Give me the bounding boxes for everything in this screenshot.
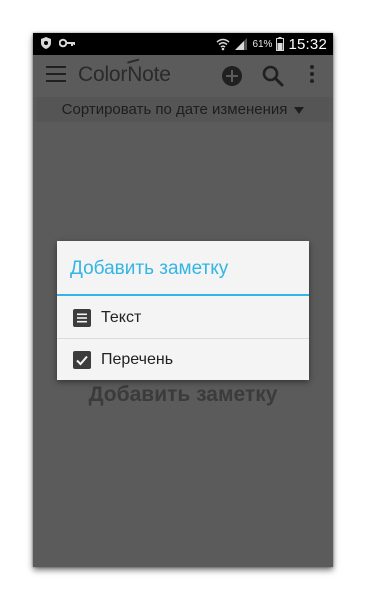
dialog-option-checklist-label: Перечень (101, 351, 174, 368)
app-title-part-3: ote (142, 63, 171, 86)
wifi-icon (216, 38, 230, 51)
checklist-icon (73, 351, 91, 369)
clock: 15:32 (288, 35, 327, 53)
search-icon[interactable] (261, 64, 285, 88)
app-title: ColorNote (78, 63, 171, 87)
menu-icon[interactable] (46, 66, 66, 86)
phone-screen: 61% 15:32 ColorNote Сортировать по дате … (33, 33, 333, 567)
add-note-dialog: Добавить заметку Текст Перечень (57, 241, 309, 380)
app-title-part-2: N (127, 63, 143, 86)
app-toolbar: ColorNote (33, 55, 333, 97)
app-title-part-1: Color (78, 63, 128, 86)
signal-icon (235, 38, 248, 50)
status-bar-notifications (41, 37, 75, 49)
add-note-icon[interactable] (222, 66, 242, 86)
key-icon (59, 38, 75, 48)
dialog-title-divider (57, 294, 309, 296)
sort-label: Сортировать по дате изменения (61, 101, 288, 118)
battery-icon (276, 37, 285, 51)
status-bar: 61% 15:32 (33, 33, 333, 55)
dropdown-arrow-icon (294, 107, 305, 114)
text-note-icon (73, 309, 91, 327)
dialog-item-divider (57, 338, 309, 339)
status-bar-system: 61% 15:32 (216, 35, 327, 53)
shield-icon (41, 37, 51, 49)
dialog-option-checklist[interactable]: Перечень (57, 340, 309, 380)
battery-percent: 61% (252, 38, 273, 50)
sort-selector[interactable]: Сортировать по дате изменения (33, 97, 333, 122)
sort-selector-inner: Сортировать по дате изменения (37, 97, 329, 122)
dialog-title: Добавить заметку (70, 258, 229, 279)
empty-state-text: Добавить заметку (88, 383, 278, 406)
dialog-option-text[interactable]: Текст (57, 298, 309, 338)
more-options-icon[interactable] (307, 65, 317, 87)
dialog-option-text-label: Текст (101, 309, 142, 326)
